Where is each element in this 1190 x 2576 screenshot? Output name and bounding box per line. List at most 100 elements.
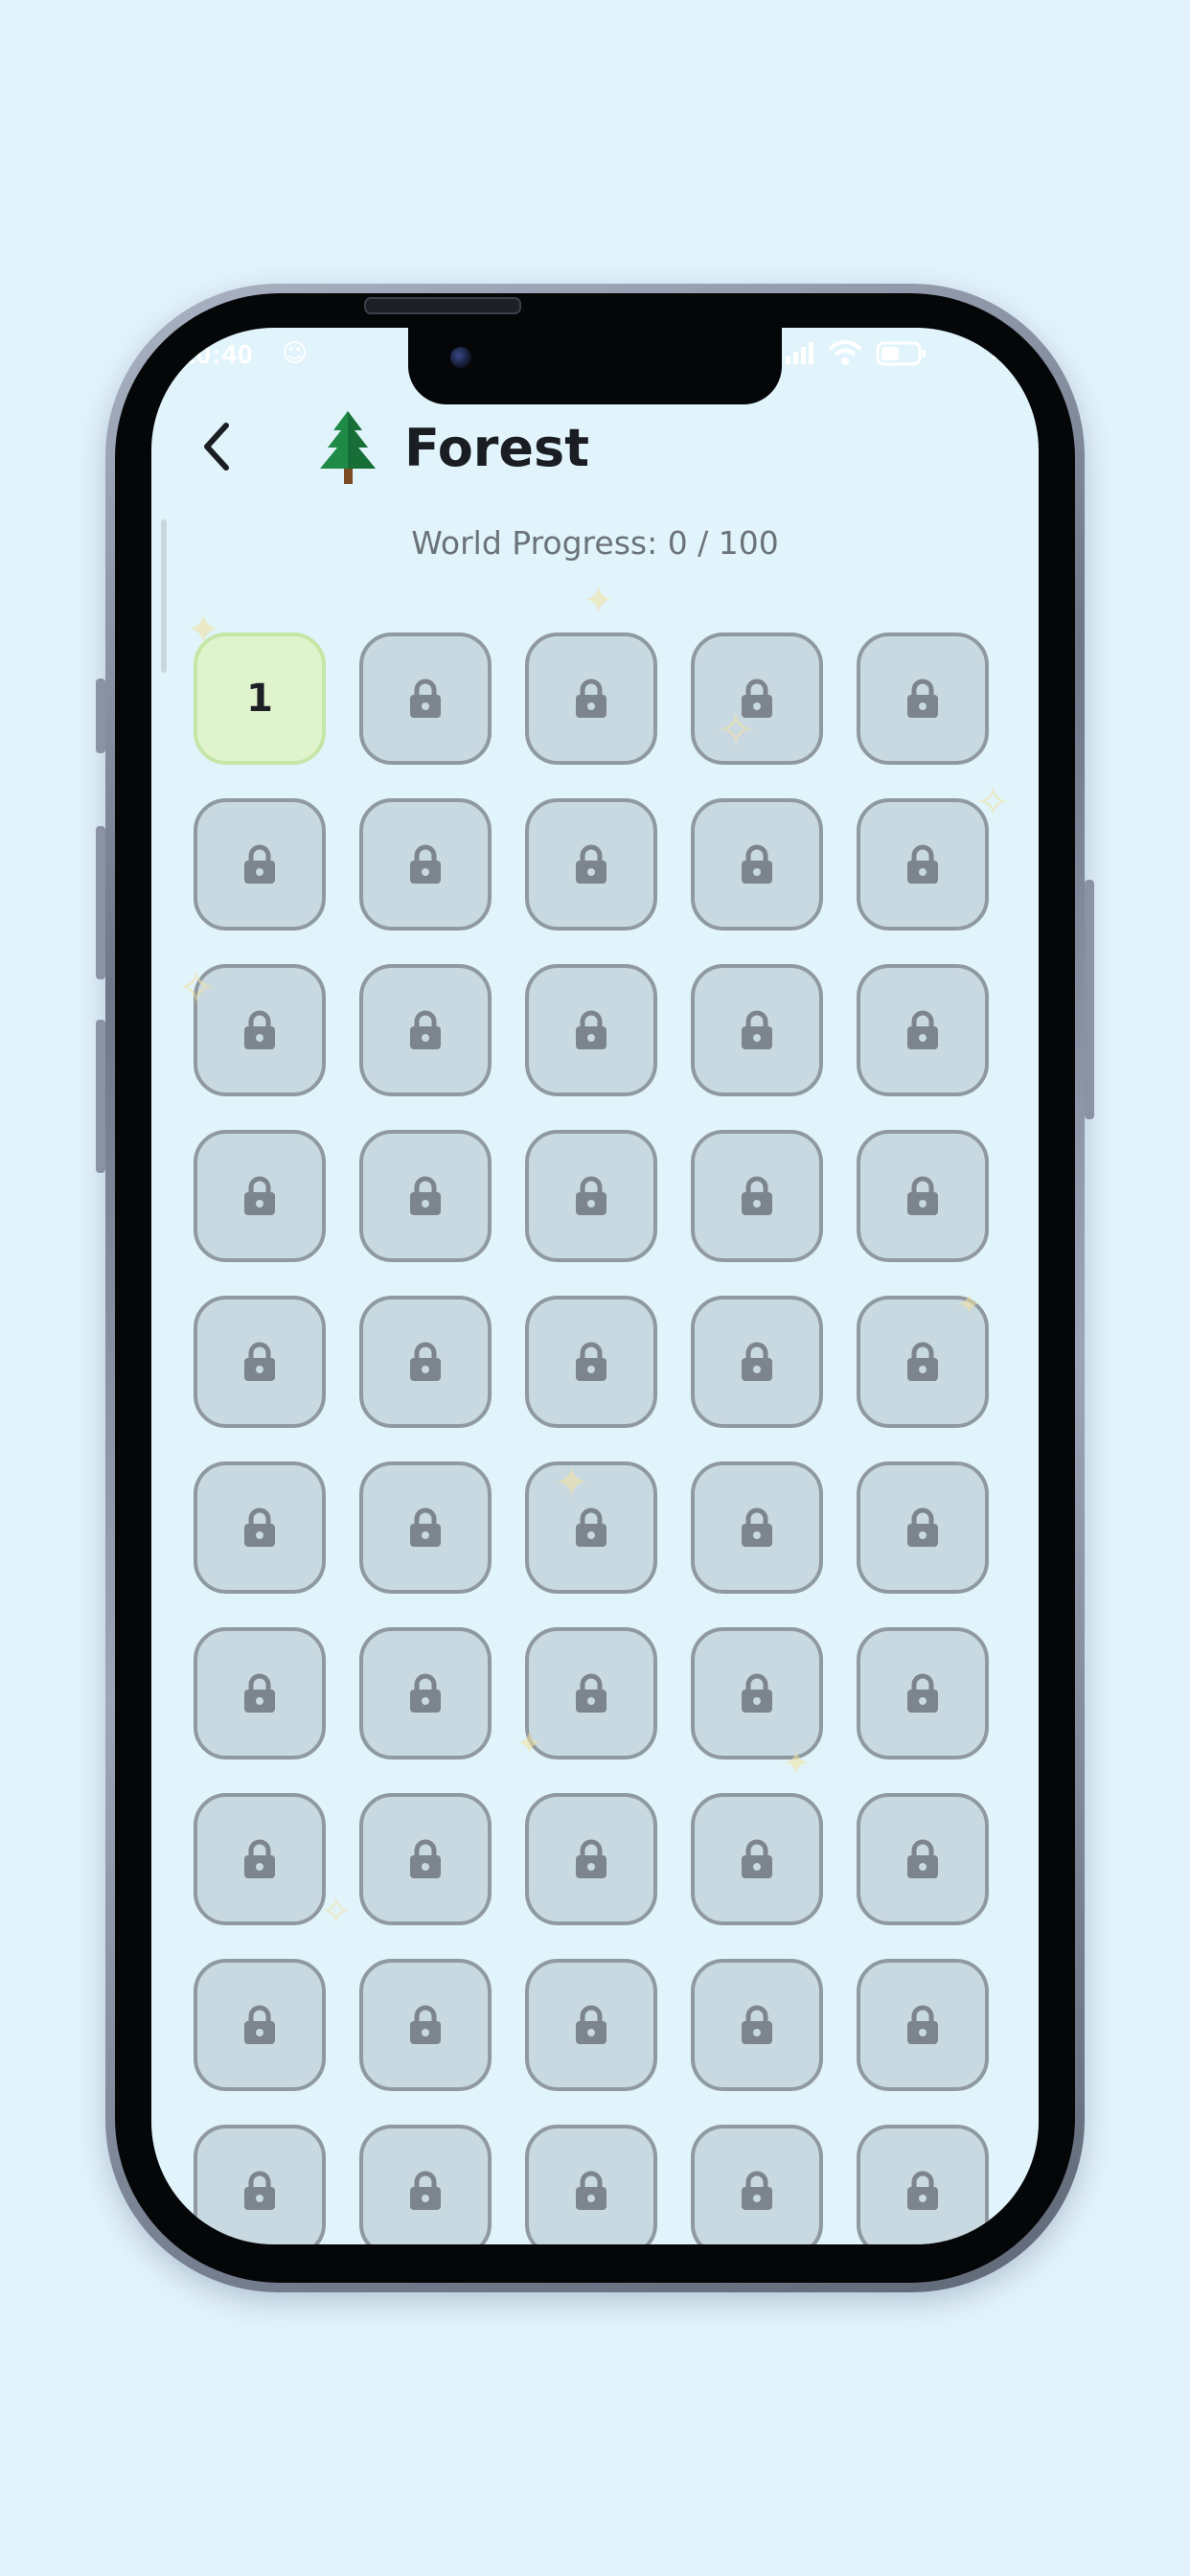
- lock-icon: [410, 1176, 441, 1215]
- lock-icon: [907, 1176, 938, 1215]
- level-tile-locked[interactable]: [857, 1793, 989, 1925]
- level-tile-locked[interactable]: [525, 1793, 657, 1925]
- phone-speaker: [364, 297, 521, 314]
- lock-icon: [907, 678, 938, 718]
- level-tile-locked[interactable]: [359, 1461, 492, 1594]
- level-tile-locked[interactable]: [691, 798, 823, 931]
- level-tile-locked[interactable]: [359, 1296, 492, 1428]
- lock-icon: [742, 1010, 772, 1049]
- level-tile-locked[interactable]: [691, 2125, 823, 2244]
- lock-icon: [244, 1342, 275, 1381]
- lock-icon: [742, 1839, 772, 1878]
- level-tile-locked[interactable]: [691, 1130, 823, 1262]
- level-tile-locked[interactable]: [359, 1130, 492, 1262]
- level-tile-locked[interactable]: [194, 964, 326, 1096]
- phone-volume-up-button: [96, 826, 105, 979]
- world-progress-label: World Progress: 0 / 100: [411, 524, 779, 562]
- pine-tree-icon: [320, 411, 376, 484]
- lock-icon: [576, 2171, 606, 2210]
- level-tile-locked[interactable]: [359, 798, 492, 931]
- lock-icon: [576, 1010, 606, 1049]
- lock-icon: [742, 2005, 772, 2044]
- lock-icon: [742, 1507, 772, 1547]
- level-tile-locked[interactable]: [194, 1627, 326, 1760]
- level-tile-locked[interactable]: [194, 1461, 326, 1594]
- lock-icon: [576, 678, 606, 718]
- level-tile-locked[interactable]: [691, 1959, 823, 2091]
- lock-icon: [576, 1507, 606, 1547]
- lock-icon: [410, 844, 441, 884]
- level-tile-locked[interactable]: [857, 1296, 989, 1428]
- level-tile-locked[interactable]: [194, 1793, 326, 1925]
- lock-icon: [244, 844, 275, 884]
- level-tile-locked[interactable]: [194, 798, 326, 931]
- app-screen: 10:40 ☺ 41 Forest World Progress: 0 / 10…: [151, 328, 1039, 2244]
- lock-icon: [244, 1010, 275, 1049]
- lock-icon: [907, 1010, 938, 1049]
- level-tile-locked[interactable]: [857, 964, 989, 1096]
- level-tile-locked[interactable]: [691, 1627, 823, 1760]
- back-button[interactable]: [186, 416, 247, 477]
- level-tile-locked[interactable]: [691, 632, 823, 765]
- sparkle-decoration: ✦: [583, 579, 615, 623]
- level-tile-locked[interactable]: [525, 1296, 657, 1428]
- level-tile-locked[interactable]: [525, 1959, 657, 2091]
- lock-icon: [907, 2005, 938, 2044]
- lock-icon: [576, 1673, 606, 1713]
- level-tile-locked[interactable]: [359, 1793, 492, 1925]
- level-tile-locked[interactable]: [857, 1130, 989, 1262]
- level-tile-locked[interactable]: [194, 2125, 326, 2244]
- lock-icon: [410, 1010, 441, 1049]
- phone-power-button: [1085, 880, 1094, 1119]
- lock-icon: [907, 1839, 938, 1878]
- level-tile-locked[interactable]: [359, 1959, 492, 2091]
- level-tile-locked[interactable]: [359, 2125, 492, 2244]
- level-tile-locked[interactable]: [525, 1627, 657, 1760]
- level-grid: 1: [194, 632, 998, 2244]
- phone-action-button: [96, 678, 105, 753]
- level-tile-locked[interactable]: [359, 1627, 492, 1760]
- level-tile-locked[interactable]: [691, 1461, 823, 1594]
- lock-icon: [244, 2171, 275, 2210]
- lock-icon: [742, 1673, 772, 1713]
- level-tile-locked[interactable]: [691, 1296, 823, 1428]
- lock-icon: [410, 1507, 441, 1547]
- level-tile-locked[interactable]: [194, 1959, 326, 2091]
- wifi-icon: [828, 339, 862, 370]
- phone-volume-down-button: [96, 1020, 105, 1173]
- world-title: Forest: [404, 417, 590, 478]
- lock-icon: [907, 1507, 938, 1547]
- level-tile-locked[interactable]: [691, 964, 823, 1096]
- level-tile-unlocked[interactable]: 1: [194, 632, 326, 765]
- level-tile-locked[interactable]: [525, 632, 657, 765]
- lock-icon: [244, 1507, 275, 1547]
- lock-icon: [244, 1176, 275, 1215]
- lock-icon: [907, 1673, 938, 1713]
- level-tile-locked[interactable]: [857, 632, 989, 765]
- lock-icon: [410, 1839, 441, 1878]
- lock-icon: [742, 1176, 772, 1215]
- level-tile-locked[interactable]: [857, 1959, 989, 2091]
- level-tile-locked[interactable]: [194, 1130, 326, 1262]
- lock-icon: [244, 2005, 275, 2044]
- lock-icon: [410, 2005, 441, 2044]
- level-tile-locked[interactable]: [359, 964, 492, 1096]
- level-tile-locked[interactable]: [857, 798, 989, 931]
- level-tile-locked[interactable]: [194, 1296, 326, 1428]
- level-tile-locked[interactable]: [525, 798, 657, 931]
- level-tile-locked[interactable]: [525, 1461, 657, 1594]
- page-header: Forest: [314, 404, 589, 491]
- level-tile-locked[interactable]: [857, 1461, 989, 1594]
- level-tile-locked[interactable]: [359, 632, 492, 765]
- lock-icon: [907, 1342, 938, 1381]
- level-tile-locked[interactable]: [857, 1627, 989, 1760]
- scrollbar[interactable]: [161, 519, 167, 673]
- level-tile-locked[interactable]: [691, 1793, 823, 1925]
- lock-icon: [742, 678, 772, 718]
- level-number: 1: [246, 677, 273, 721]
- level-tile-locked[interactable]: [525, 1130, 657, 1262]
- level-tile-locked[interactable]: [525, 2125, 657, 2244]
- level-tile-locked[interactable]: [525, 964, 657, 1096]
- status-face-icon: ☺: [282, 339, 309, 368]
- level-tile-locked[interactable]: [857, 2125, 989, 2244]
